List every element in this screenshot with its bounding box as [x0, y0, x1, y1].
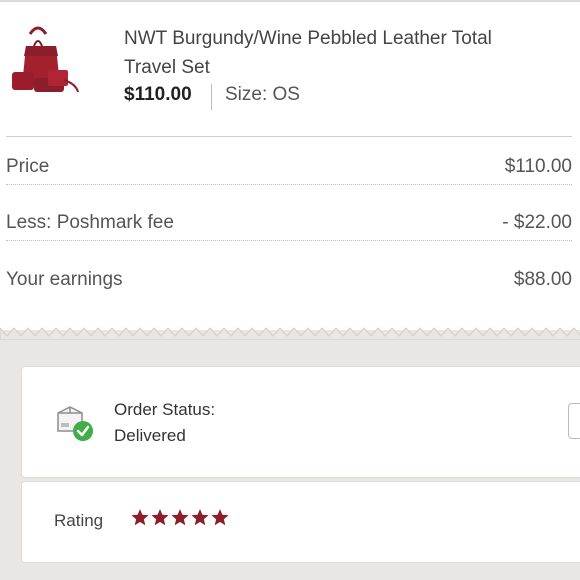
star-icon: [191, 509, 209, 526]
order-status-value: Delivered: [114, 426, 186, 445]
order-status-card[interactable]: Order Status: Delivered: [21, 366, 580, 478]
product-thumbnail[interactable]: [8, 22, 80, 100]
earnings-row: Your earnings $88.00: [6, 253, 572, 297]
earnings-value: $88.00: [513, 269, 572, 290]
order-status-action-button[interactable]: [568, 403, 580, 439]
rating-label: Rating: [54, 511, 104, 530]
order-summary-panel: NWT Burgundy/Wine Pebbled Leather Total …: [0, 0, 580, 330]
star-icon: [211, 509, 229, 526]
rating-card: Rating: [21, 481, 580, 563]
package-delivered-icon: [57, 406, 93, 441]
price-value: $110.00: [504, 156, 572, 177]
listing-title[interactable]: NWT Burgundy/Wine Pebbled Leather Total …: [124, 24, 544, 82]
receipt-zigzag-edge: [0, 327, 580, 340]
order-status-label: Order Status:: [114, 400, 216, 419]
price-label: Price: [6, 156, 50, 177]
star-icon: [151, 509, 169, 526]
fee-row: Less: Poshmark fee - $22.00: [6, 196, 572, 241]
rating-stars: [130, 508, 230, 528]
star-icon: [171, 509, 189, 526]
price-size-divider: [211, 84, 212, 110]
fee-value: - $22.00: [502, 212, 572, 233]
fee-label: Less: Poshmark fee: [6, 212, 174, 233]
order-status-text: Order Status: Delivered: [114, 397, 215, 449]
price-row: Price $110.00: [6, 140, 572, 185]
listing-price: $110.00: [124, 84, 192, 105]
listing-size: Size: OS: [225, 84, 300, 105]
earnings-label: Your earnings: [6, 269, 123, 290]
section-divider: [6, 136, 572, 137]
listing-summary[interactable]: NWT Burgundy/Wine Pebbled Leather Total …: [0, 0, 580, 130]
star-icon: [131, 509, 149, 526]
star-rating-graphic: [131, 509, 229, 526]
